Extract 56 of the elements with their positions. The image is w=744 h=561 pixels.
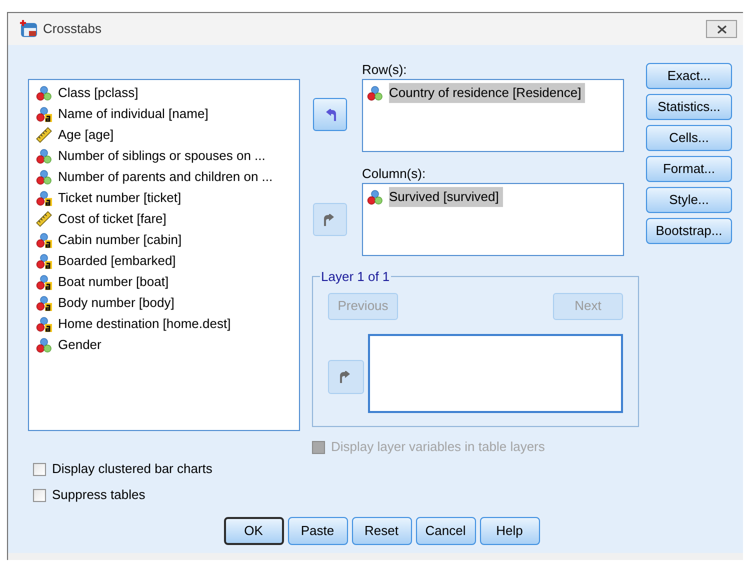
checkbox[interactable]	[33, 488, 46, 502]
dialog-button[interactable]: Reset	[352, 517, 412, 545]
dialog-button[interactable]: Exact...	[646, 63, 732, 89]
variable-item[interactable]: Cost of ticket [fare]	[58, 208, 170, 228]
dialog-button[interactable]: Cells...	[646, 125, 732, 151]
string-variable-icon	[36, 294, 52, 310]
nominal-variable-icon	[36, 168, 52, 184]
string-variable-icon	[36, 316, 52, 332]
layer-list[interactable]	[368, 334, 623, 412]
dialog-button[interactable]: Help	[480, 517, 540, 545]
string-variable-icon	[36, 106, 52, 122]
variable-item[interactable]: Survived [survived]	[389, 186, 503, 206]
close-button[interactable]	[706, 20, 737, 38]
variable-item[interactable]: Number of siblings or spouses on ...	[58, 146, 270, 166]
target-list[interactable]: Country of residence [Residence]	[362, 79, 624, 152]
dialog-button[interactable]: Paste	[288, 517, 348, 545]
variable-item[interactable]: Home destination [home.dest]	[58, 314, 235, 334]
variable-item[interactable]: Class [pclass]	[58, 82, 142, 102]
variable-item[interactable]: Age [age]	[58, 124, 118, 144]
variable-item[interactable]: Ticket number [ticket]	[58, 188, 186, 208]
dialog-button[interactable]: Format...	[646, 156, 732, 182]
string-variable-icon	[36, 274, 52, 290]
nominal-variable-icon	[36, 84, 52, 100]
dialog-button[interactable]: Statistics...	[646, 94, 732, 120]
dialog-button[interactable]: OK	[224, 517, 284, 545]
variable-item[interactable]: Gender	[58, 334, 106, 354]
variable-item[interactable]: Cabin number [cabin]	[58, 230, 186, 250]
checkbox-label: Display clustered bar charts	[52, 460, 212, 478]
checkbox[interactable]	[33, 462, 46, 476]
nominal-variable-icon	[367, 188, 383, 204]
checkbox-label: Display layer variables in table layers	[331, 438, 545, 456]
close-icon	[716, 24, 726, 34]
dialog-button[interactable]: Cancel	[416, 517, 476, 545]
string-variable-icon	[36, 190, 52, 206]
string-variable-icon	[36, 232, 52, 248]
variable-item[interactable]: Country of residence [Residence]	[389, 82, 586, 102]
dialog-button[interactable]: Style...	[646, 187, 732, 213]
variable-list[interactable]	[28, 79, 300, 431]
nominal-variable-icon	[367, 84, 383, 100]
string-variable-icon	[36, 252, 52, 268]
move-button[interactable]	[313, 98, 347, 131]
nominal-variable-icon	[36, 148, 52, 164]
variable-item[interactable]: Boarded [embarked]	[58, 250, 180, 270]
variable-item[interactable]: Boat number [boat]	[58, 272, 173, 292]
variable-item[interactable]: Name of individual [name]	[58, 104, 212, 124]
variable-item[interactable]: Number of parents and children on ...	[58, 166, 277, 186]
list-label: Column(s):	[362, 167, 427, 183]
variable-item[interactable]: Body number [body]	[58, 292, 178, 312]
list-label: Row(s):	[362, 63, 408, 79]
crosstabs-icon	[18, 19, 38, 39]
dialog-button[interactable]: Bootstrap...	[646, 218, 732, 244]
target-list[interactable]: Survived [survived]	[362, 183, 624, 256]
nominal-variable-icon	[36, 336, 52, 352]
group-title: Layer 1 of 1	[320, 268, 391, 286]
checkbox-label: Suppress tables	[52, 486, 146, 504]
window-title: Crosstabs	[43, 20, 102, 38]
